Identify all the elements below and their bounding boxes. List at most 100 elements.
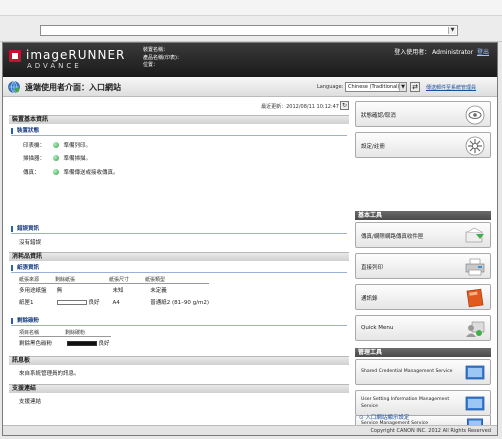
consumables-heading: 消耗品資訊	[9, 252, 349, 261]
paper-source: 多用途紙盤	[19, 288, 47, 294]
language-select[interactable]: Chinese (Traditional) ▼	[345, 82, 407, 92]
status-label: 印表機：	[23, 143, 46, 149]
footer: Copyright CANON INC. 2012 All Rights Res…	[3, 425, 497, 435]
divider	[11, 272, 347, 273]
paper-type: 普通紙2 (81–90 g/m2)	[150, 300, 209, 306]
support-heading: 支援連結	[9, 384, 349, 393]
sidebar-item-label: 傳真/網際網路傳真收件匣	[361, 234, 424, 240]
monitor-icon	[465, 396, 485, 411]
paper-size: 未知	[112, 288, 124, 294]
table-row: 剩餘黑色碳粉 良好	[19, 339, 110, 347]
settings-gear-icon	[465, 136, 485, 156]
address-book-icon	[466, 288, 484, 308]
sidebar-item-label: Quick Menu	[361, 325, 394, 331]
paper-info-heading: 紙張資訊	[11, 265, 39, 271]
status-row-scanner: 掃描器： 準備掃描。	[23, 154, 91, 162]
toner-level-bar	[66, 341, 97, 346]
management-tools-heading: 管理工具	[355, 348, 491, 357]
paper-remain: 良好	[88, 300, 100, 306]
logo-line1: imageRUNNER	[26, 48, 126, 62]
device-info: 裝置名稱： 產品名稱(印表)： 位置：	[143, 47, 182, 70]
divider	[11, 233, 347, 234]
app-window: imageRUNNER ADVANCE 裝置名稱： 產品名稱(印表)： 位置： …	[2, 42, 498, 436]
sidebar-item-label: 通訊錄	[361, 296, 378, 302]
printer-icon	[465, 258, 485, 276]
status-value: 準備掃描。	[63, 156, 92, 162]
table-row: 紙匣1 良好 A4 普通紙2 (81–90 g/m2)	[19, 298, 209, 306]
browser-toolbar	[0, 0, 502, 16]
page-title: 遠端使用者介面：入口網站	[25, 83, 121, 92]
toner-heading: 剩餘碳粉	[11, 318, 39, 324]
table-divider	[19, 336, 111, 337]
toner-remain: 良好	[98, 341, 110, 347]
address-book-button[interactable]: 通訊錄	[355, 284, 491, 310]
device-basic-heading: 裝置基本資訊	[9, 115, 349, 124]
fax-inbox-icon	[465, 227, 484, 243]
error-info-heading: 錯誤資訊	[11, 226, 39, 232]
status-ok-icon	[52, 142, 59, 148]
quick-menu-button[interactable]: Quick Menu	[355, 315, 491, 341]
paper-level-bar	[56, 300, 87, 305]
paper-remain: 無	[56, 288, 63, 294]
app-header: imageRUNNER ADVANCE 裝置名稱： 產品名稱(印表)： 位置： …	[3, 43, 497, 77]
toner-name: 剩餘黑色碳粉	[19, 341, 53, 347]
address-bar[interactable]: ▼	[40, 25, 458, 36]
toner-col-name: 項目名稱	[19, 330, 40, 336]
location-label: 位置：	[143, 62, 159, 68]
logout-link[interactable]: 登出	[477, 49, 489, 56]
paper-col-source: 紙張來源	[19, 277, 40, 283]
paper-size: A4	[112, 300, 120, 306]
device-name-label: 裝置名稱：	[143, 47, 169, 53]
sidebar-item-label: 狀態確認/取消	[361, 113, 396, 119]
toner-col-remain: 剩餘碳粉	[65, 330, 86, 336]
language-label: Language:	[317, 84, 344, 90]
sidebar: 狀態確認/取消 設定/註冊 基本工具 傳真/網際網路傳真收件匣 直接列印 通訊錄…	[355, 101, 493, 431]
paper-col-remain: 剩餘紙張	[55, 277, 76, 283]
fax-inbox-button[interactable]: 傳真/網際網路傳真收件匣	[355, 222, 491, 248]
status-value: 準備列印。	[63, 143, 92, 149]
main-content: 最近更新：2012/08/11 10:12:47 ↻ 裝置基本資訊 裝置狀態 印…	[9, 101, 349, 431]
product-name-label: 產品名稱(印表)：	[143, 54, 182, 61]
title-bar: 遠端使用者介面：入口網站 Language: Chinese (Traditio…	[3, 77, 497, 97]
table-row: 多用途紙盤 無 未知 未定義	[19, 286, 167, 294]
status-row-printer: 印表機： 準備列印。	[23, 141, 91, 149]
message-board-text: 來自系統管理員的訊息。	[19, 371, 80, 377]
status-ok-icon	[52, 169, 59, 175]
divider	[11, 135, 347, 136]
sidebar-item-label: Shared Credential Management Service	[361, 369, 453, 374]
status-eye-icon	[465, 105, 485, 125]
logo: imageRUNNER ADVANCE	[9, 48, 139, 72]
direct-print-button[interactable]: 直接列印	[355, 253, 491, 279]
device-status-heading: 裝置狀態	[11, 128, 39, 134]
status-label: 傳真：	[23, 170, 40, 176]
browser-chrome: ▼	[0, 0, 502, 42]
portal-display-settings-link[interactable]: ⊙ 入口網站顯示設定	[359, 413, 409, 421]
address-dropdown-icon[interactable]: ▼	[448, 27, 456, 34]
monitor-icon	[465, 365, 485, 380]
logo-mark-icon	[9, 50, 21, 62]
logo-line2: ADVANCE	[27, 62, 82, 70]
refresh-button[interactable]: ↻	[340, 101, 349, 110]
shared-credential-button[interactable]: Shared Credential Management Service	[355, 359, 491, 385]
copyright: Copyright CANON INC. 2012 All Rights Res…	[370, 428, 491, 434]
language-select-value: Chinese (Traditional)	[348, 84, 400, 90]
quick-menu-icon	[466, 321, 485, 337]
send-mail-link[interactable]: 傳送郵件至系統管理員	[426, 84, 476, 91]
status-row-fax: 傳真： 準備傳送或接收傳真。	[23, 168, 119, 176]
chevron-down-icon: ▼	[399, 83, 406, 91]
status-monitor-button[interactable]: 狀態確認/取消	[355, 101, 491, 127]
paper-col-size: 紙張尺寸	[109, 277, 130, 283]
sidebar-item-label: 直接列印	[361, 265, 384, 271]
message-board-heading: 訊息板	[9, 356, 349, 365]
support-link[interactable]: 支援連結	[19, 397, 41, 405]
portal-display-settings-label: 入口網站顯示設定	[365, 415, 410, 421]
table-divider	[19, 283, 209, 284]
language-apply-button[interactable]: ⇄	[410, 82, 420, 92]
status-label: 掃描器：	[23, 156, 46, 162]
sidebar-item-label: User Setting Information Management Serv…	[361, 397, 450, 409]
divider	[11, 325, 347, 326]
login-info: 登入使用者： Administrator 登出	[394, 47, 489, 56]
portal-globe-icon	[8, 81, 20, 93]
paper-source: 紙匣1	[19, 300, 34, 306]
settings-registration-button[interactable]: 設定/註冊	[355, 132, 491, 158]
